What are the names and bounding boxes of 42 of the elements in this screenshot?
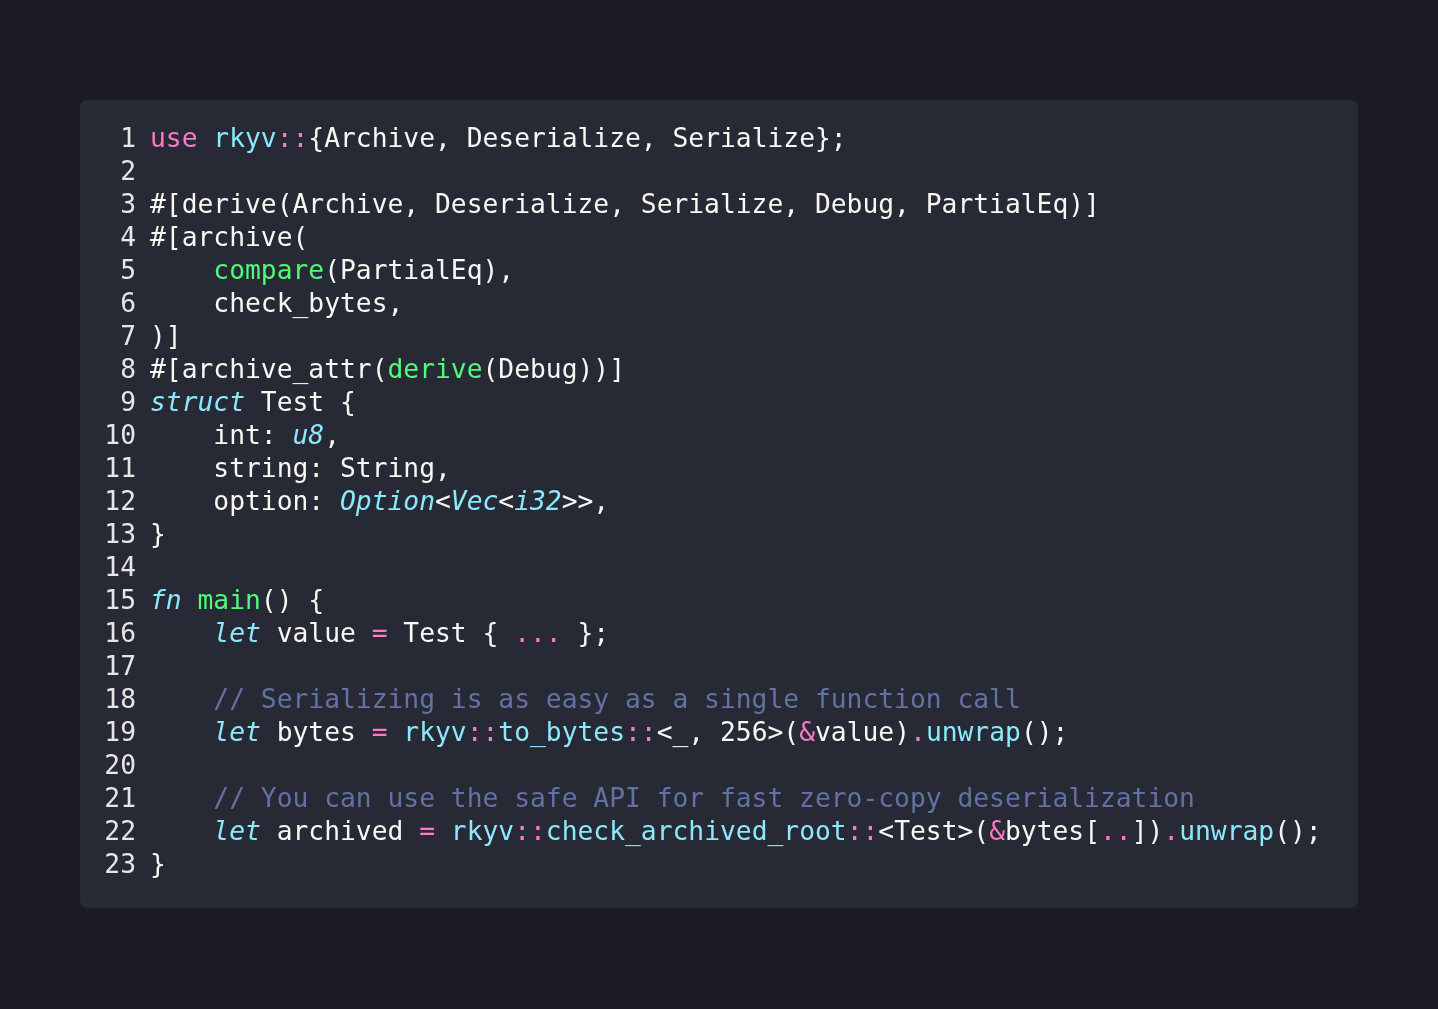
line-number: 22 <box>104 815 136 848</box>
line-number: 6 <box>119 287 136 320</box>
code-line: let value = Test { ... }; <box>213 617 610 650</box>
code-line: // You can use the safe API for fast zero-copy deserialization <box>213 782 1195 815</box>
line-number: 18 <box>104 683 136 716</box>
code-line: int: u8, <box>213 419 340 452</box>
code-line: #[archive_attr(derive(Debug))] <box>150 353 625 386</box>
code-line: } <box>150 848 166 881</box>
line-number: 8 <box>119 353 136 386</box>
line-number: 14 <box>104 551 136 584</box>
line-number: 17 <box>104 650 136 683</box>
line-number: 7 <box>119 320 136 353</box>
code-line: // Serializing is as easy as a single function call <box>213 683 1021 716</box>
line-number: 10 <box>104 419 136 452</box>
line-number: 9 <box>119 386 136 419</box>
line-number: 13 <box>104 518 136 551</box>
line-number: 23 <box>104 848 136 881</box>
line-number: 2 <box>119 155 136 188</box>
line-number: 5 <box>119 254 136 287</box>
line-number: 1 <box>119 122 136 155</box>
code-line: fn main() { <box>150 584 325 617</box>
code-line: string: String, <box>213 452 451 485</box>
code-line: compare(PartialEq), <box>213 254 515 287</box>
line-number: 12 <box>104 485 136 518</box>
code-line: let archived = rkyv::check_archived_root::<Test>(&bytes[..]).unwrap(); <box>213 815 1322 848</box>
line-number: 11 <box>104 452 136 485</box>
code-line: option: Option<Vec<i32>>, <box>213 485 610 518</box>
line-number: 4 <box>119 221 136 254</box>
code-line: check_bytes, <box>213 287 404 320</box>
line-number: 21 <box>104 782 136 815</box>
line-number: 20 <box>104 749 136 782</box>
line-number: 19 <box>104 716 136 749</box>
code-line: let bytes = rkyv::to_bytes::<_, 256>(&value).unwrap(); <box>213 716 1069 749</box>
code-line: #[derive(Archive, Deserialize, Serialize, Debug, PartialEq)] <box>150 188 1100 221</box>
line-number: 16 <box>104 617 136 650</box>
code-line: )] <box>150 320 182 353</box>
code-line: struct Test { <box>150 386 356 419</box>
line-number: 3 <box>119 188 136 221</box>
line-number: 15 <box>104 584 136 617</box>
code-line: #[archive( <box>150 221 309 254</box>
code-line: } <box>150 518 166 551</box>
code-line: use rkyv::{Archive, Deserialize, Serialize}; <box>150 122 847 155</box>
